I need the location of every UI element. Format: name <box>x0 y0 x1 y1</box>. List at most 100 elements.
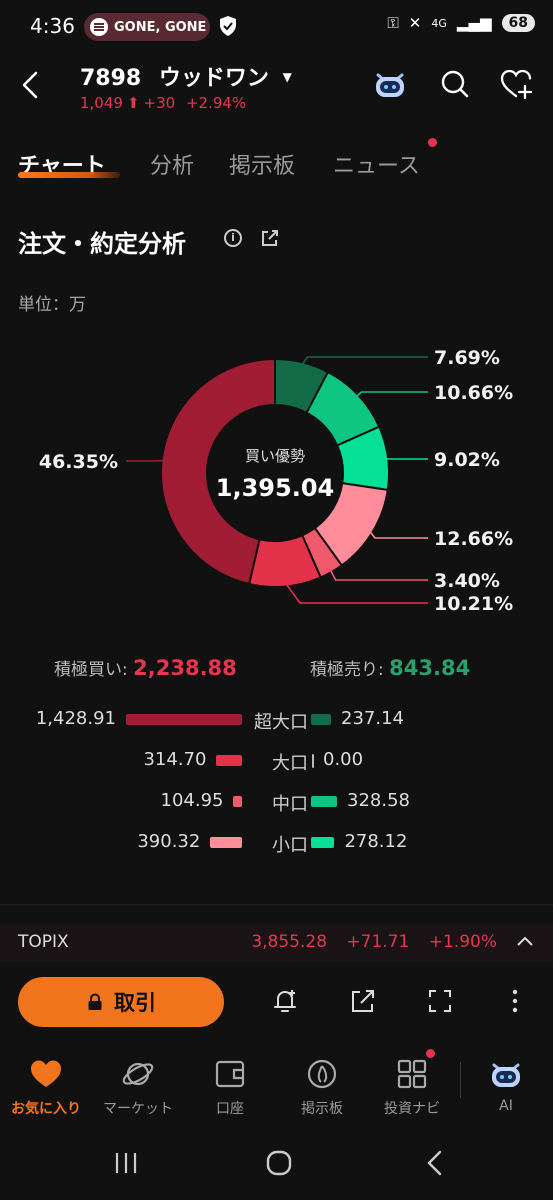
donut-slice-label: 9.02% <box>434 449 500 471</box>
nav-board-label: 掲示板 <box>301 1101 343 1117</box>
index-value: 3,855.28 <box>251 932 328 952</box>
sell-value: 237.14 <box>341 708 404 729</box>
planet-icon <box>122 1062 154 1086</box>
stock-price: 1,049 <box>80 94 123 112</box>
nav-market[interactable]: マーケット <box>92 1052 184 1118</box>
share-out-icon[interactable] <box>348 986 378 1016</box>
battery-badge: 68 <box>501 14 535 32</box>
size-label: 大口 <box>272 753 308 774</box>
breakdown-row: 314.70 大口 0.00 <box>0 746 553 776</box>
robot-icon <box>492 1063 520 1087</box>
board-icon <box>307 1059 337 1089</box>
nav-invest-navi[interactable]: 投資ナビ <box>366 1052 458 1118</box>
chevron-up-icon[interactable] <box>515 932 535 952</box>
invest-navi-notification-dot <box>426 1049 435 1058</box>
robot-icon[interactable] <box>372 66 408 102</box>
fullscreen-icon[interactable] <box>425 986 455 1016</box>
nav-invest-navi-label: 投資ナビ <box>384 1101 440 1117</box>
buy-value: 1,428.91 <box>35 708 116 729</box>
aggressive-sell: 積極売り: 843.84 <box>310 655 470 680</box>
back-arrow-icon[interactable] <box>18 68 44 102</box>
info-icon[interactable]: i <box>224 229 242 247</box>
sell-value: 0.00 <box>323 749 364 770</box>
breakdown-row: 104.95 中口 328.58 <box>0 787 553 817</box>
share-icon[interactable] <box>260 228 280 248</box>
nav-account-label: 口座 <box>216 1101 244 1117</box>
donut-slice-label: 12.66% <box>434 528 513 550</box>
tab-analysis[interactable]: 分析 <box>150 148 194 180</box>
recent-apps-icon[interactable] <box>111 1148 141 1178</box>
network-label: 4G <box>431 16 447 30</box>
sell-bar <box>311 796 337 807</box>
size-label: 超大口 <box>254 712 308 733</box>
donut-leader-line <box>300 356 428 367</box>
nav-ai-label: AI <box>499 1098 513 1114</box>
aggressive-buy: 積極買い: 2,238.88 <box>54 655 237 680</box>
stock-name: ウッドワン <box>158 66 269 91</box>
donut-slice-label: 7.69% <box>434 347 500 369</box>
donut-leader-line <box>354 391 428 399</box>
donut-slice-label: 10.66% <box>434 382 513 404</box>
donut-leader-line <box>328 568 428 581</box>
index-quote: 3,855.28 +71.71 +1.90% <box>237 932 497 952</box>
donut-leader-line <box>368 529 428 539</box>
donut-slice-label: 46.35% <box>39 451 118 473</box>
nav-favorites[interactable]: お気に入り <box>0 1052 92 1118</box>
stock-change: +30 <box>143 94 176 112</box>
donut-slice-label: 3.40% <box>434 570 500 592</box>
tab-news[interactable]: ニュース <box>333 148 420 180</box>
breakdown-row: 390.32 小口 278.12 <box>0 828 553 858</box>
donut-leader-line <box>284 582 428 604</box>
unit-label: 単位：万 <box>18 295 86 315</box>
system-back-icon[interactable] <box>420 1148 450 1178</box>
stock-title[interactable]: 7898 ウッドワン ▼ <box>80 60 292 92</box>
buy-bar <box>126 714 242 725</box>
nav-favorites-label: お気に入り <box>11 1101 81 1117</box>
favorite-add-icon[interactable] <box>498 66 534 102</box>
bottom-nav: お気に入り マーケット 口座 掲示板 投資ナビ AI <box>0 1052 553 1122</box>
mute-icon: ✕ <box>408 14 422 32</box>
index-ticker[interactable]: TOPIX 3,855.28 +71.71 +1.90% <box>0 924 553 962</box>
lock-icon <box>88 993 102 1010</box>
shield-icon <box>220 16 236 36</box>
index-name: TOPIX <box>18 932 69 952</box>
up-arrow-icon: ⬆ <box>126 94 140 112</box>
tab-bar: チャート 分析 掲示板 ニュース <box>0 148 553 188</box>
tab-board[interactable]: 掲示板 <box>229 148 295 180</box>
key-icon: ⚿ <box>387 14 399 32</box>
nav-ai[interactable]: AI <box>460 1052 552 1114</box>
nav-board[interactable]: 掲示板 <box>276 1052 368 1118</box>
nav-market-label: マーケット <box>103 1101 173 1117</box>
status-time: 4:36 <box>30 14 75 38</box>
donut-slice-label: 10.21% <box>434 593 513 615</box>
buy-value: 104.95 <box>160 790 224 811</box>
nav-account[interactable]: 口座 <box>184 1052 276 1118</box>
index-change-pct: +1.90% <box>428 932 497 952</box>
sell-bar <box>311 714 331 725</box>
search-icon[interactable] <box>437 66 473 102</box>
stock-quote: 1,049 ⬆ +30 +2.94% <box>80 94 246 112</box>
donut-slice <box>160 357 276 586</box>
status-bar: 4:36 GONE, GONE ⚿ ✕ 4G ▂▄▆ 68 <box>0 0 553 54</box>
trade-button[interactable]: 取引 <box>18 977 224 1027</box>
system-nav-bar <box>0 1130 553 1200</box>
sell-bar <box>311 837 335 848</box>
wallet-icon <box>215 1060 245 1088</box>
more-options-icon[interactable] <box>500 986 530 1016</box>
heart-icon <box>31 1060 61 1087</box>
spotify-icon <box>90 18 108 36</box>
stock-change-pct: +2.94% <box>185 94 247 112</box>
aggressive-buy-value: 2,238.88 <box>133 656 237 680</box>
donut-leader-line <box>383 457 428 460</box>
grid-icon <box>397 1059 427 1089</box>
nav-separator <box>460 1062 461 1098</box>
home-icon[interactable] <box>264 1148 294 1178</box>
buy-bar <box>216 755 242 766</box>
chart-center-value: 1,395.04 <box>215 474 335 502</box>
divider <box>0 904 553 905</box>
media-chip[interactable]: GONE, GONE <box>84 13 210 41</box>
signal-icon: ▂▄▆ <box>456 14 492 32</box>
alert-add-icon[interactable] <box>270 986 300 1016</box>
media-text: GONE, GONE <box>114 19 207 35</box>
size-label: 中口 <box>272 794 308 815</box>
